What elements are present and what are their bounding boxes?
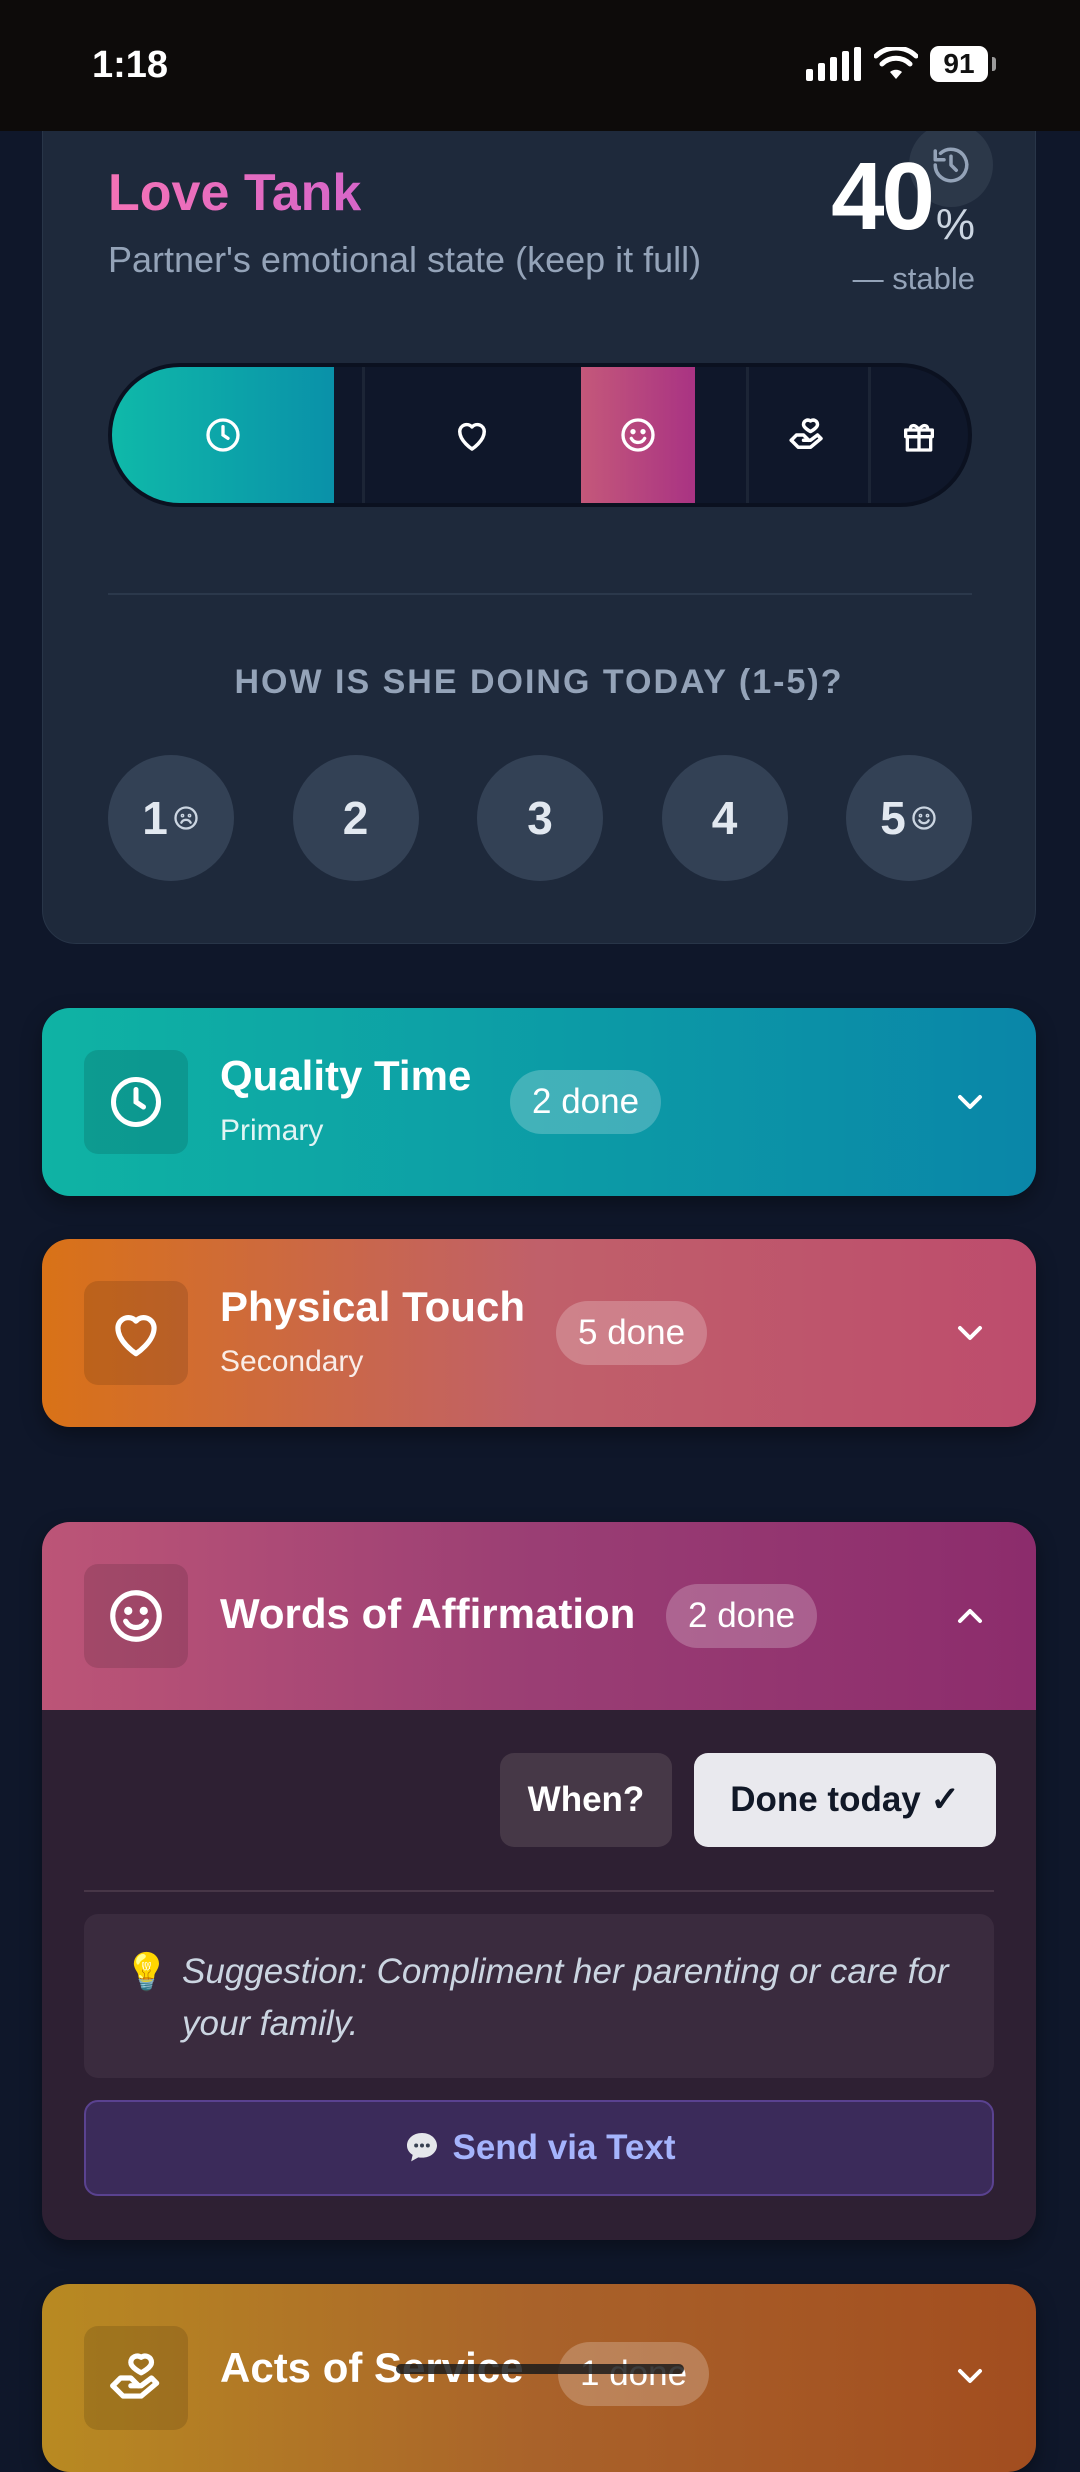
rating-question: HOW IS SHE DOING TODAY (1-5)? (234, 663, 844, 701)
rating-button-2[interactable]: 2 (292, 755, 419, 881)
hand-icon (789, 418, 823, 449)
physical-touch-done-badge: 5 done (556, 1301, 708, 1365)
quality-time-icon-box (84, 1050, 188, 1154)
smile-icon (621, 418, 655, 452)
segment-receiving-gifts[interactable] (870, 367, 968, 503)
language-card-physical-touch[interactable]: Physical Touch Secondary 5 done (42, 1239, 1036, 1427)
heart-icon (115, 1315, 157, 1357)
gift-icon (904, 423, 934, 452)
rating-options: 1 2 3 4 5 (108, 755, 972, 881)
sad-face-icon (174, 806, 198, 830)
physical-touch-icon-box (84, 1281, 188, 1385)
rating-5-label: 5 (880, 792, 906, 844)
physical-touch-subtitle: Secondary (220, 1345, 364, 1378)
status-icons: 91 (806, 46, 996, 82)
battery-indicator: 91 (930, 46, 996, 82)
card-divider (108, 593, 972, 595)
happy-face-icon (912, 806, 936, 830)
heart-icon (458, 422, 486, 451)
speech-bubble-icon (407, 2133, 438, 2162)
status-time: 1:18 (92, 44, 169, 86)
suggestion-text: Suggestion: Compliment her parenting or … (182, 1952, 949, 2043)
tank-percent-sign: % (935, 200, 975, 249)
love-tank-title: Love Tank (108, 164, 362, 222)
tank-trend: — stable (852, 261, 975, 296)
wifi-icon (874, 47, 918, 79)
chevron-down-icon[interactable] (950, 2356, 990, 2396)
love-tank-card: Love Tank Partner's emotional state (kee… (42, 100, 1036, 944)
rating-button-5[interactable]: 5 (846, 755, 972, 881)
acts-of-service-done-badge: 1 done (558, 2342, 710, 2406)
language-card-quality-time[interactable]: Quality Time Primary 2 done (42, 1008, 1036, 1196)
home-indicator[interactable] (396, 2364, 684, 2374)
clock-icon (111, 1077, 161, 1127)
tank-percent: 40% (831, 149, 975, 250)
suggestion-box: 💡 Suggestion: Compliment her parenting o… (84, 1914, 994, 2078)
love-tank-bar (108, 363, 972, 507)
status-bar: 1:18 91 (0, 0, 1080, 131)
rating-3-label: 3 (527, 792, 553, 844)
send-via-text-button[interactable]: Send via Text (84, 2100, 994, 2196)
signal-icon (806, 47, 861, 81)
acts-of-service-icon-box (84, 2326, 188, 2430)
rating-2-label: 2 (342, 792, 369, 844)
segment-acts-of-service[interactable] (748, 367, 866, 503)
rating-1-label: 1 (142, 792, 168, 844)
chevron-down-icon[interactable] (950, 1313, 990, 1353)
words-done-badge: 2 done (666, 1584, 818, 1648)
lightbulb-icon: 💡 (124, 1951, 169, 1992)
tank-percent-value: 40 (831, 143, 935, 250)
chevron-down-icon[interactable] (950, 1082, 990, 1122)
chevron-up-icon[interactable] (950, 1596, 990, 1636)
clock-icon (206, 418, 240, 452)
words-of-affirmation-header[interactable]: Words of Affirmation 2 done (42, 1522, 1036, 1710)
smile-icon (110, 1590, 162, 1642)
quality-time-title: Quality Time (220, 1052, 472, 1099)
love-tank-subtitle: Partner's emotional state (keep it full) (108, 239, 702, 280)
quality-time-subtitle: Primary (220, 1114, 324, 1147)
segment-words-of-affirmation[interactable] (581, 367, 695, 503)
physical-touch-title: Physical Touch (220, 1283, 525, 1330)
rating-button-3[interactable]: 3 (477, 755, 603, 881)
language-card-acts-of-service[interactable]: Acts of Service 1 done (42, 2284, 1036, 2472)
segment-quality-time[interactable] (112, 367, 334, 503)
rating-button-4[interactable]: 4 (661, 755, 788, 881)
language-card-words-of-affirmation: Words of Affirmation 2 done When? Done t… (42, 1522, 1036, 2240)
quality-time-done-badge: 2 done (510, 1070, 662, 1134)
when-button[interactable]: When? (500, 1753, 672, 1847)
words-of-affirmation-title: Words of Affirmation (220, 1590, 636, 1637)
panel-divider (84, 1890, 994, 1892)
send-via-text-label: Send via Text (452, 2128, 676, 2167)
segment-physical-touch[interactable] (364, 367, 580, 503)
rating-4-label: 4 (711, 792, 738, 844)
done-today-button[interactable]: Done today ✓ (694, 1753, 996, 1847)
words-icon-box (84, 1564, 188, 1668)
rating-button-1[interactable]: 1 (108, 755, 234, 881)
